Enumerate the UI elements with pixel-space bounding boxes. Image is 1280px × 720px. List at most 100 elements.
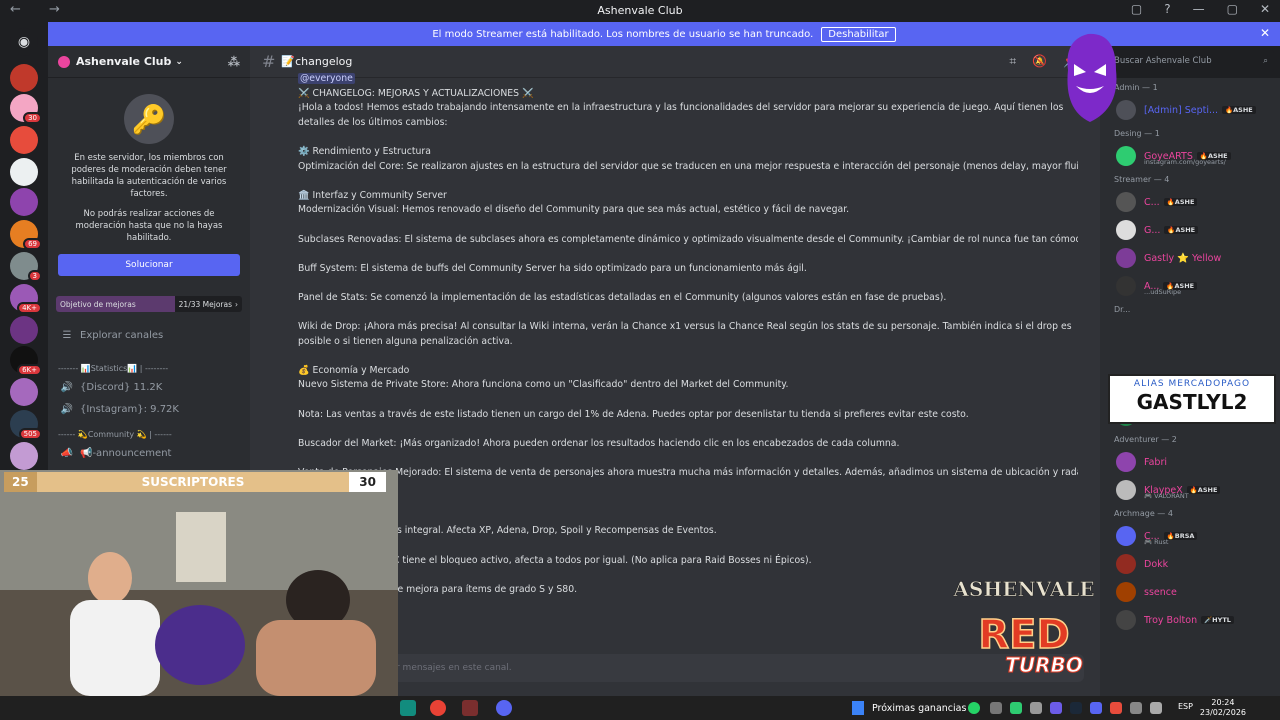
message-line: go (298, 510, 1078, 525)
member-name: Troy Bolton (1144, 614, 1198, 626)
logo-sub: TURBO (1005, 653, 1083, 677)
sub-label: SUSCRIPTORES (141, 475, 245, 489)
app-icon[interactable] (462, 700, 478, 716)
boost-goal-label: Objetivo de mejoras (60, 299, 136, 309)
search-input[interactable]: Buscar Ashenvale Club ⌕ (1108, 50, 1274, 72)
member-name: ssence (1144, 586, 1177, 598)
close-window-button[interactable]: ✕ (1260, 2, 1270, 16)
message-line: Subclases Renovadas: El sistema de subcl… (298, 233, 1078, 245)
member-item[interactable]: Fabri (1100, 448, 1280, 476)
language-indicator[interactable]: ESP (1178, 702, 1193, 711)
message-line: Modernización Visual: Hemos renovado el … (298, 204, 850, 216)
guild-5-icon[interactable] (10, 188, 38, 216)
tray-nvidia-icon[interactable] (1010, 702, 1022, 714)
discord-home-icon[interactable]: ◉ (10, 28, 38, 56)
message-line: ¡Hola a todos! Hemos estado trabajando i… (298, 102, 1064, 128)
member-name: G... (1144, 224, 1161, 236)
message-line: ⚙️ Rendimiento y Estructura (298, 145, 431, 157)
tray-icon-2[interactable] (1110, 702, 1122, 714)
mention-badge: 505 (18, 428, 42, 440)
member-item[interactable]: C... 🔥BRSA 🎮 Rust (1100, 522, 1280, 550)
banner-close-icon[interactable]: ✕ (1260, 26, 1270, 40)
guild-3-icon[interactable] (10, 126, 38, 154)
guild-2-icon[interactable]: 30 (10, 94, 42, 124)
guild-4-icon[interactable] (10, 158, 38, 186)
mention-badge: 69 (23, 238, 42, 250)
member-category: Archmage — 4 (1114, 508, 1173, 518)
logo-bottom: RED (978, 612, 1069, 658)
member-activity: ...udSuRipe (1144, 288, 1182, 296)
discord-icon[interactable] (496, 700, 512, 716)
tray-steam-icon[interactable] (1070, 702, 1082, 714)
boost-goal[interactable]: Objetivo de mejoras 21/33 Mejoras › (56, 296, 242, 312)
guild-9-icon[interactable] (10, 316, 38, 344)
guild-8-icon[interactable]: 4K+ (10, 284, 42, 314)
minimize-button[interactable]: — (1193, 2, 1205, 16)
channel-announcement[interactable]: 📣 📢-announcement (48, 442, 250, 464)
channel-stat-instagram[interactable]: 🔊 {Instagram}: 9.72K (48, 398, 250, 420)
tray-icon[interactable] (1030, 702, 1042, 714)
boost-goal-count: 21/33 Mejoras (178, 299, 232, 309)
everyone-mention[interactable]: @everyone (298, 72, 1078, 87)
guild-10-icon[interactable]: 6K+ (10, 346, 42, 376)
server-tag-badge: 🗡️HYTL (1201, 616, 1234, 624)
avatar (1116, 480, 1136, 500)
category-community[interactable]: ------ 💫Community 💫 | ------ (48, 426, 250, 442)
subscriber-goal-bar: 25 SUSCRIPTORES 30 (4, 472, 386, 492)
message-line: 💰 Economía y Mercado (298, 364, 410, 376)
category-statistics[interactable]: ------- 📊Statistics📊 | -------- (48, 360, 250, 376)
chrome-icon[interactable] (430, 700, 446, 716)
mute-icon[interactable]: 🔕 (1032, 54, 1047, 69)
guild-7-icon[interactable]: 3 (10, 252, 42, 282)
message-line: 🏛️ Interfaz y Community Server (298, 189, 447, 201)
voice-icon: 🔊 (60, 381, 74, 393)
guild-1-icon[interactable] (10, 64, 38, 92)
member-activity: 🎮 VALORANT (1144, 492, 1189, 500)
member-item[interactable]: Gastly ⭐ Yellow (1100, 244, 1280, 272)
avatar (1116, 146, 1136, 166)
guild-13-icon[interactable] (10, 442, 38, 470)
tray-icon-3[interactable] (1130, 702, 1142, 714)
solve-button[interactable]: Solucionar (58, 254, 240, 276)
stat-discord-label: {Discord} 11.2K (80, 381, 163, 393)
clock[interactable]: 20:24 23/02/2026 (1200, 698, 1246, 718)
message-line: a de comercio. (298, 481, 1078, 496)
threads-icon[interactable]: ⌗ (1009, 54, 1016, 69)
member-item[interactable]: A... 🔥ASHE ...udSuRipe (1100, 272, 1280, 300)
key-icon: 🔑 (124, 94, 174, 144)
mention-badge: 3 (27, 270, 42, 282)
tray-icon-4[interactable] (1150, 702, 1162, 714)
guild-6-icon[interactable]: 69 (10, 220, 42, 250)
channel-stat-discord[interactable]: 🔊 {Discord} 11.2K (48, 376, 250, 398)
member-item[interactable]: Troy Bolton 🗡️HYTL (1100, 606, 1280, 634)
member-name: C... (1144, 196, 1160, 208)
clock-time: 20:24 (1211, 698, 1235, 707)
explore-channels[interactable]: ☰ Explorar canales (48, 324, 250, 346)
member-item[interactable]: ssence (1100, 578, 1280, 606)
member-item[interactable]: [Admin] Septi... 🔥ASHE (1100, 96, 1280, 124)
guild-12-icon[interactable]: 505 (10, 410, 42, 440)
disable-streamer-button[interactable]: Deshabilitar (821, 26, 896, 42)
taskbar-preview-label: Próximas ganancias (872, 702, 967, 714)
whatsapp-icon[interactable] (400, 700, 416, 716)
tray-twitch-icon[interactable] (1050, 702, 1062, 714)
inbox-icon[interactable]: ▢ (1131, 2, 1142, 16)
tray-whatsapp-icon[interactable] (968, 702, 980, 714)
help-icon[interactable]: ? (1164, 2, 1170, 16)
tray-discord-icon[interactable] (1090, 702, 1102, 714)
taskbar-preview[interactable]: Próximas ganancias (852, 701, 966, 715)
hash-icon: # (262, 52, 276, 71)
maximize-button[interactable]: ▢ (1227, 2, 1238, 16)
webcam-scene (0, 470, 398, 696)
tray-app-icon[interactable] (990, 702, 1002, 714)
guild-11-icon[interactable] (10, 378, 38, 406)
member-item[interactable]: G... 🔥ASHE (1100, 216, 1280, 244)
member-item[interactable]: KlaypeX 🔥ASHE 🎮 VALORANT (1100, 476, 1280, 504)
member-item[interactable]: C... 🔥ASHE (1100, 188, 1280, 216)
member-item[interactable]: GoyeARTS 🔥ASHE instagram.com/goyearts/ (1100, 142, 1280, 170)
member-item[interactable]: Dokk (1100, 550, 1280, 578)
server-header[interactable]: Ashenvale Club ⌄ ⁂ (48, 46, 250, 78)
invite-icon[interactable]: ⁂ (228, 55, 240, 69)
